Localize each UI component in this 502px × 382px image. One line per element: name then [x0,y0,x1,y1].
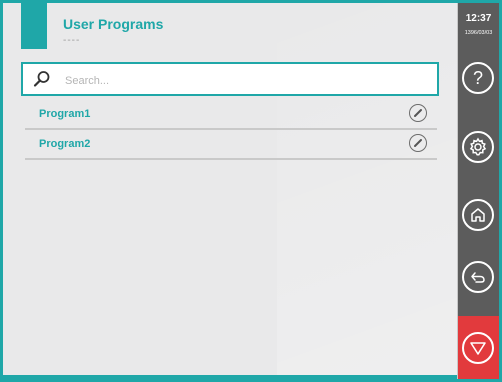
search-box[interactable] [21,62,439,96]
emergency-stop-icon [470,342,486,355]
back-button[interactable] [462,261,494,293]
page-subtitle: ---- [63,35,81,46]
home-icon [471,208,485,222]
program-row-2[interactable]: Program2 [25,131,437,160]
settings-gear-icon [469,137,487,156]
emergency-stop-area [458,316,499,379]
app-frame: User Programs ---- Program1 Program2 [3,3,499,379]
back-icon [471,272,485,283]
header-accent-bar [21,3,47,49]
right-sidebar: 12:37 1396/03/03 ? [458,3,499,379]
help-icon: ? [472,68,483,88]
help-button[interactable]: ? [462,62,494,94]
main-panel: User Programs ---- Program1 Program2 [3,3,458,379]
clock-time: 12:37 [465,13,492,24]
edit-program-button[interactable] [409,134,427,152]
page-header: User Programs ---- [3,3,457,55]
search-input[interactable] [63,70,427,92]
emergency-stop-button[interactable] [462,332,494,364]
program-name: Program2 [39,138,91,150]
edit-icon [414,109,422,117]
program-row-1[interactable]: Program1 [25,101,437,130]
bottom-accent-strip [3,375,457,379]
search-icon [33,71,50,87]
home-button[interactable] [462,199,494,231]
settings-button[interactable] [462,131,494,163]
program-list: Program1 Program2 [25,101,437,161]
edit-icon [414,139,422,147]
page-title: User Programs [63,16,164,32]
program-name: Program1 [39,108,91,120]
edit-program-button[interactable] [409,104,427,122]
clock-date: 1396/03/03 [464,30,493,36]
